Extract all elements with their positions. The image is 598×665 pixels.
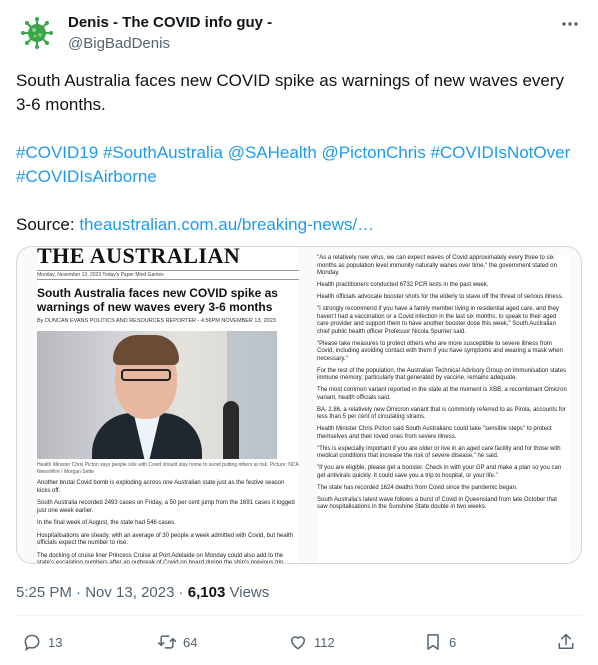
repost-count: 64 [183, 634, 198, 650]
article-paragraph: South Australia's latest wave follows a … [317, 496, 557, 511]
tweet-text: South Australia faces new COVID spike as… [16, 71, 565, 114]
reply-count: 13 [48, 634, 63, 650]
article-paragraph: "This is especially important if you are… [317, 445, 561, 460]
tweet-source: Source: theaustralian.com.au/breaking-ne… [16, 213, 582, 237]
mention-sahealth[interactable]: @SAHealth [228, 143, 317, 162]
repost-icon [157, 635, 177, 649]
tweet-body: South Australia faces new COVID spike as… [16, 69, 582, 261]
article-paragraph: For the rest of the population, the Aust… [317, 367, 567, 382]
author-name[interactable]: Denis - The COVID info guy - [68, 14, 272, 31]
more-options-button[interactable] [558, 12, 582, 36]
like-count: 112 [314, 634, 335, 650]
divider [16, 615, 582, 616]
article-paragraph: "As a relatively new virus, we can expec… [317, 255, 557, 276]
article-paragraph: "Please take measures to protect others … [317, 340, 563, 362]
bookmark-count: 6 [449, 634, 457, 650]
article-paragraph: Another brutal Covid bomb is exploding a… [37, 480, 285, 494]
source-link[interactable]: theaustralian.com.au/breaking-news/… [79, 215, 374, 234]
article-masthead: THE AUSTRALIAN [37, 246, 241, 268]
article-masthead-bar: Monday, November 13, 2023 Today's Paper … [37, 270, 299, 280]
heart-icon [291, 636, 305, 650]
article-paragraph: Health officials advocate booster shots … [317, 294, 564, 300]
media-image[interactable]: THE AUSTRALIAN Monday, November 13, 2023… [16, 246, 582, 564]
reply-button[interactable]: 13 [22, 627, 62, 657]
tweet-time[interactable]: 5:25 PM [16, 584, 72, 601]
article-paragraph: Health practitioners conducted 6732 PCR … [317, 282, 489, 288]
more-horizontal-icon [562, 22, 578, 26]
article-headline: South Australia faces new COVID spike as… [37, 286, 278, 314]
tweet-actions: 13 64 112 6 [16, 627, 582, 657]
article-paragraph: "If you are eligible, please get a boost… [317, 465, 562, 479]
hashtag-covid19[interactable]: #COVID19 [16, 143, 98, 162]
bookmark-button[interactable]: 6 [423, 627, 456, 657]
article-paragraph: Health Minister Chris Picton said South … [317, 426, 552, 440]
share-button[interactable] [556, 627, 576, 657]
reply-icon [24, 634, 40, 652]
article-paragraph: BA. 2.86, a relatively new Omicron varia… [317, 406, 566, 421]
views-label: Views [229, 584, 270, 601]
like-button[interactable]: 112 [288, 627, 335, 657]
bookmark-icon [427, 634, 439, 650]
hashtag-southaustralia[interactable]: #SouthAustralia [103, 143, 223, 162]
article-paragraph: "I strongly recommend if you have a fami… [317, 306, 559, 335]
avatar[interactable] [17, 13, 57, 53]
meta-separator: · [76, 584, 82, 601]
article-left-column: THE AUSTRALIAN Monday, November 13, 2023… [37, 246, 299, 564]
meta-separator: · [178, 584, 184, 601]
tweet-hashtags: #COVID19 #SouthAustralia @SAHealth @Pict… [16, 141, 582, 189]
hashtag-covidisairborne[interactable]: #COVIDIsAirborne [16, 167, 157, 186]
repost-button[interactable]: 64 [157, 627, 197, 657]
tweet-meta: 5:25 PM · Nov 13, 2023 · 6,103 Views [16, 584, 269, 601]
virus-icon [21, 17, 53, 49]
article-right-column: "As a relatively new virus, we can expec… [317, 255, 569, 563]
article-paragraph: South Australia recorded 2493 cases on F… [37, 500, 295, 514]
author-handle[interactable]: @BigBadDenis [68, 35, 170, 52]
article-paragraph: Hospitalisations are steady, with an ave… [37, 532, 294, 547]
article-byline: By DUNCAN EVANS POLITICS AND RESOURCES R… [37, 318, 276, 324]
mention-pictonchris[interactable]: @PictonChris [322, 143, 426, 162]
share-icon [558, 633, 574, 649]
article-paragraph: The state has recorded 1624 deaths from … [317, 484, 518, 491]
views-count: 6,103 [187, 584, 226, 601]
hashtag-covidisnotover[interactable]: #COVIDIsNotOver [430, 143, 570, 162]
article-photo [37, 331, 277, 459]
article-paragraph: The docking of cruise liner Princess Cru… [37, 552, 286, 564]
article-paragraph: In the final week of August, the state h… [37, 520, 176, 526]
article-caption: Health Minister Chris Picton says people… [37, 462, 299, 475]
article-paragraph: The most common variant reported in the … [317, 387, 567, 401]
tweet-date[interactable]: Nov 13, 2023 [85, 584, 174, 601]
source-label: Source: [16, 215, 75, 234]
